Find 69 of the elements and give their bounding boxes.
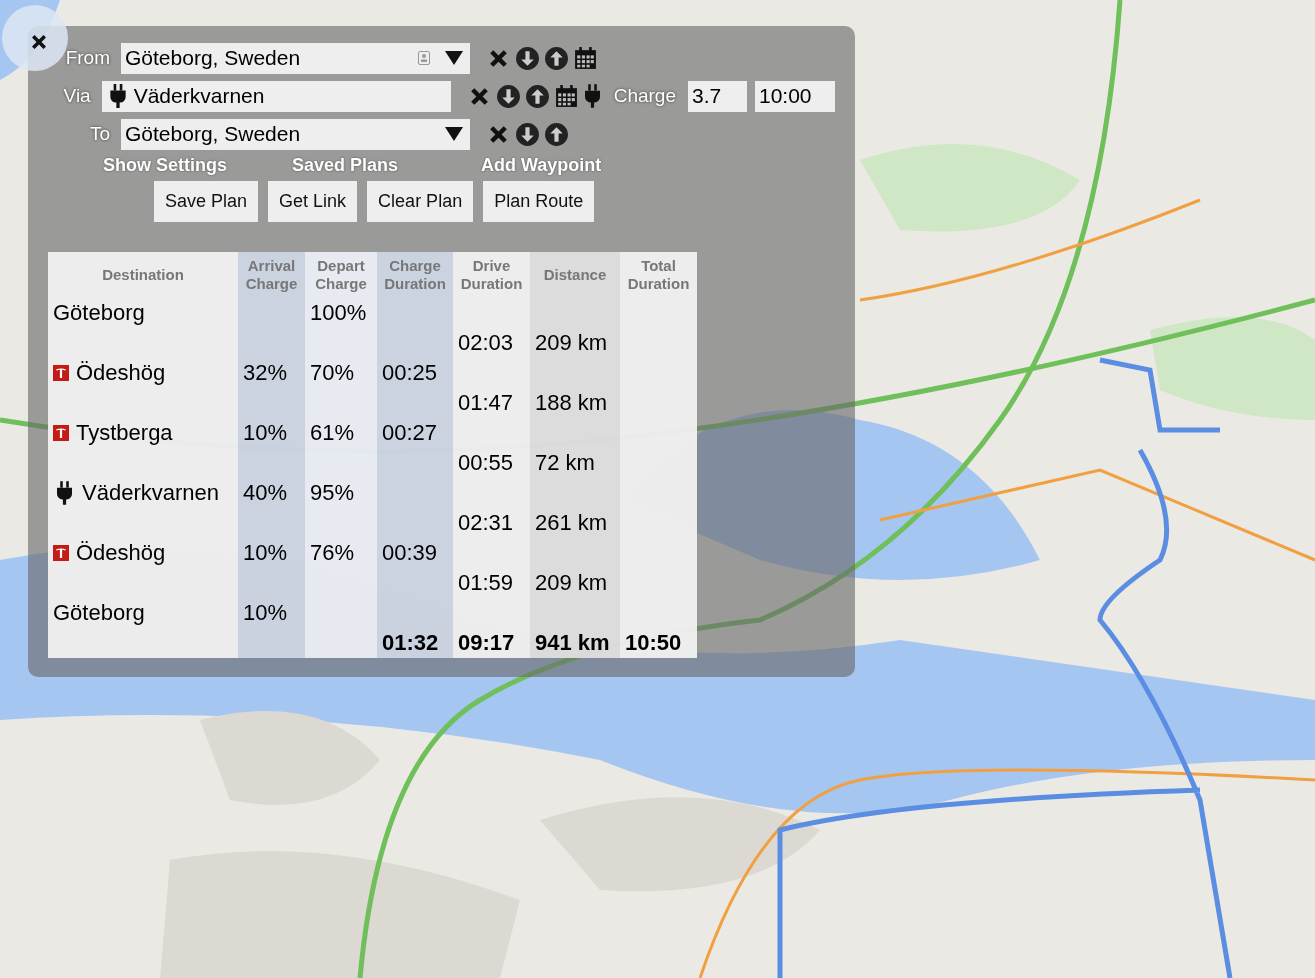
total-distance-cell: 941 km — [535, 630, 610, 656]
depart-charge-cell: 61% — [310, 420, 355, 446]
waypoint-field[interactable]: Väderkvarnen — [101, 80, 451, 112]
column-header: Destination — [102, 266, 184, 284]
column-header: Depart Charge — [314, 257, 368, 293]
depart-charge-cell: 95% — [310, 480, 355, 506]
charging-station-icon — [53, 425, 69, 441]
charge-time-field[interactable]: 10:00 — [755, 80, 835, 112]
field-label: From — [64, 47, 111, 69]
depart-charge-cell: 100% — [310, 300, 367, 326]
charge-duration-cell: 00:25 — [382, 360, 438, 386]
drive-duration-cell: 02:31 — [458, 510, 514, 536]
dropdown-caret-icon[interactable] — [444, 50, 464, 66]
column-header: Drive Duration — [459, 257, 524, 293]
distance-cell: 72 km — [535, 450, 595, 476]
charge-label: Charge — [613, 85, 676, 107]
charge-duration-cell: 00:39 — [382, 540, 438, 566]
charging-station-icon — [53, 545, 69, 561]
charge-power-field[interactable]: 3.7 — [688, 80, 747, 112]
distance-cell: 188 km — [535, 390, 608, 416]
arrival-charge-cell: 40% — [243, 480, 288, 506]
drive-duration-cell: 02:03 — [458, 330, 514, 356]
action-button[interactable]: Get Link — [268, 181, 358, 222]
action-button[interactable]: Clear Plan — [367, 181, 474, 222]
column-header: Charge Duration — [383, 257, 447, 293]
field-label: Via — [62, 85, 92, 107]
destination-cell: Ödeshög — [76, 360, 166, 386]
location-field[interactable]: Göteborg, Sweden — [121, 118, 470, 150]
distance-cell: 209 km — [535, 330, 608, 356]
destination-cell: Väderkvarnen — [82, 480, 219, 506]
column-header: Arrival Charge — [244, 257, 299, 293]
arrival-charge-cell: 10% — [243, 540, 288, 566]
destination-cell: Göteborg — [53, 600, 145, 626]
charge-duration-cell: 00:27 — [382, 420, 438, 446]
action-button[interactable]: Plan Route — [483, 181, 595, 222]
close-icon[interactable] — [29, 32, 49, 52]
move-up-icon[interactable] — [544, 121, 569, 147]
move-up-icon[interactable] — [524, 83, 550, 109]
calendar-icon[interactable] — [573, 45, 598, 71]
destination-cell: Ödeshög — [76, 540, 166, 566]
plug-icon — [584, 84, 600, 108]
total-drive-duration-cell: 09:17 — [458, 630, 515, 656]
location-field[interactable]: Göteborg, Sweden — [121, 42, 470, 74]
destination-cell: Göteborg — [53, 300, 145, 326]
drive-duration-cell: 00:55 — [458, 450, 514, 476]
plug-icon — [57, 481, 72, 505]
arrival-charge-cell: 10% — [243, 420, 288, 446]
distance-cell: 209 km — [535, 570, 608, 596]
depart-charge-cell: 76% — [310, 540, 355, 566]
distance-cell: 261 km — [535, 510, 608, 536]
arrival-charge-cell: 32% — [243, 360, 288, 386]
move-down-icon[interactable] — [515, 121, 540, 147]
drive-duration-cell: 01:59 — [458, 570, 514, 596]
total-duration-cell: 10:50 — [625, 630, 682, 656]
destination-cell: Tystberga — [76, 420, 173, 446]
drive-duration-cell: 01:47 — [458, 390, 514, 416]
move-down-icon[interactable] — [495, 83, 521, 109]
column-header: Total Duration — [626, 257, 691, 293]
column-header: Distance — [543, 266, 607, 284]
move-up-icon[interactable] — [544, 45, 569, 71]
dropdown-caret-icon[interactable] — [444, 126, 464, 142]
field-label: To — [88, 123, 111, 145]
move-down-icon[interactable] — [515, 45, 540, 71]
depart-charge-cell: 70% — [310, 360, 355, 386]
charging-station-icon — [53, 365, 69, 381]
action-button[interactable]: Save Plan — [154, 181, 259, 222]
total-charge-duration-cell: 01:32 — [382, 630, 439, 656]
plug-icon — [109, 84, 126, 108]
arrival-charge-cell: 10% — [243, 600, 288, 626]
